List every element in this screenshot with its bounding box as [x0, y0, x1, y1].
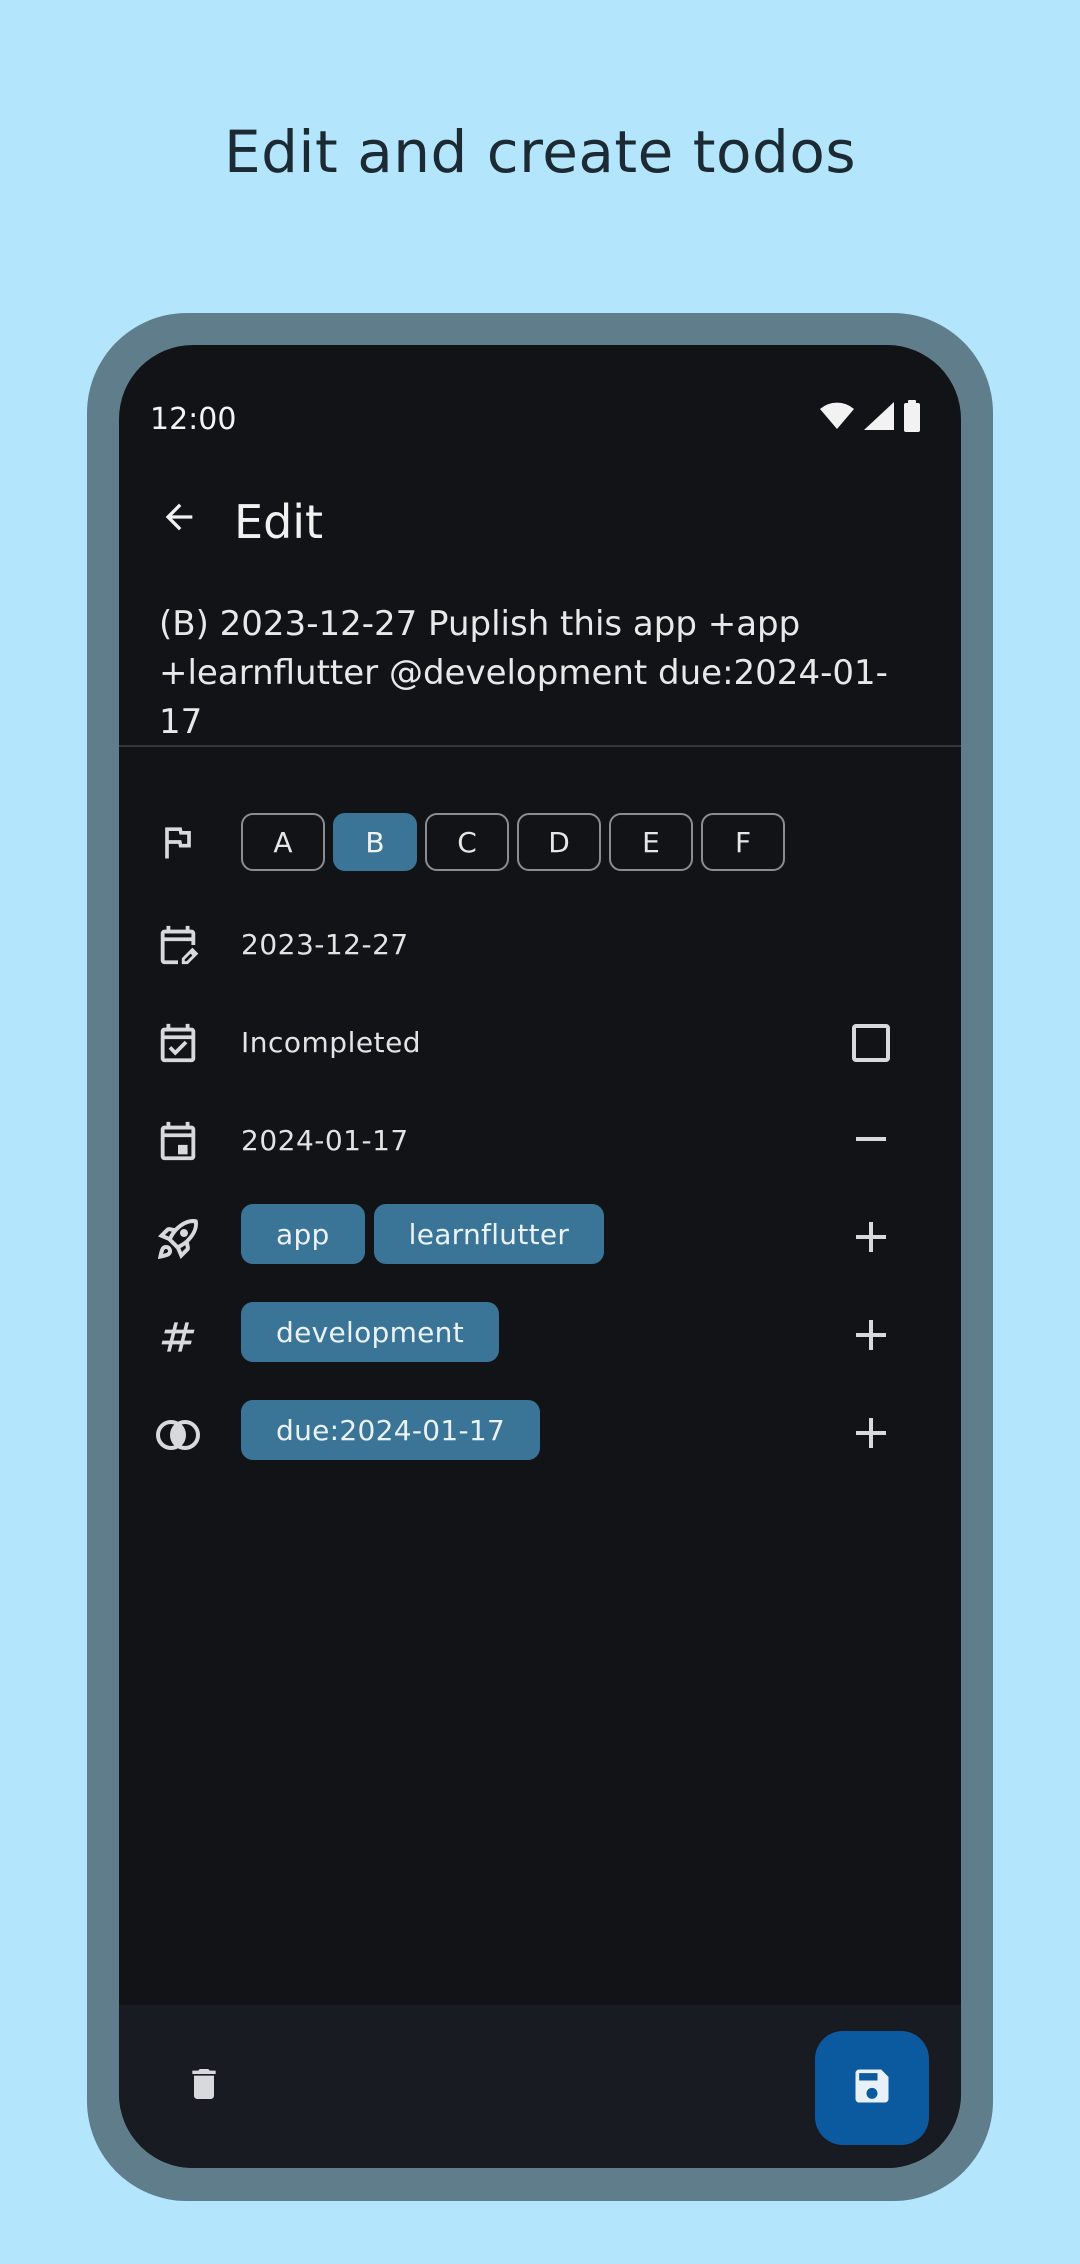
- priority-selector: A B C D E F: [241, 813, 785, 871]
- plus-icon: [854, 1416, 888, 1454]
- save-icon: [850, 2064, 894, 2112]
- minus-icon: [854, 1122, 888, 1160]
- app-bar: Edit: [119, 455, 961, 585]
- completion-status: Incompleted: [241, 1026, 422, 1059]
- priority-option-e[interactable]: E: [609, 813, 693, 871]
- back-button[interactable]: [147, 487, 211, 551]
- calendar-event-icon: [153, 1116, 203, 1166]
- intersect-circles-icon: [153, 1410, 203, 1460]
- completion-checkbox[interactable]: [842, 1014, 900, 1072]
- due-date-value: 2024-01-17: [241, 1124, 409, 1157]
- priority-row: A B C D E F: [119, 813, 961, 883]
- key-value-chips: due:2024-01-17: [241, 1400, 541, 1460]
- signal-icon: [863, 401, 895, 435]
- plus-icon: [854, 1220, 888, 1258]
- calendar-check-icon: [153, 1018, 203, 1068]
- priority-option-b[interactable]: B: [333, 813, 417, 871]
- bottom-app-bar: [119, 2005, 961, 2168]
- remove-due-date-button[interactable]: [842, 1112, 900, 1170]
- calendar-edit-icon: [153, 920, 203, 970]
- add-context-button[interactable]: [842, 1308, 900, 1366]
- priority-option-f[interactable]: F: [701, 813, 785, 871]
- add-project-button[interactable]: [842, 1210, 900, 1268]
- status-bar: 12:00: [119, 345, 961, 455]
- context-chips: development: [241, 1302, 500, 1362]
- todo-text-field[interactable]: (B) 2023-12-27 Puplish this app +app +le…: [159, 600, 929, 747]
- creation-date-row[interactable]: 2023-12-27: [119, 910, 961, 980]
- hash-icon: [153, 1312, 203, 1362]
- status-icons: [819, 400, 921, 436]
- divider: [119, 745, 961, 747]
- due-date-row[interactable]: 2024-01-17: [119, 1106, 961, 1176]
- page-headline: Edit and create todos: [223, 118, 857, 186]
- key-value-chip-due[interactable]: due:2024-01-17: [241, 1400, 541, 1460]
- save-button[interactable]: [815, 2031, 929, 2145]
- priority-option-d[interactable]: D: [517, 813, 601, 871]
- priority-option-c[interactable]: C: [425, 813, 509, 871]
- project-chip-learnflutter[interactable]: learnflutter: [373, 1204, 605, 1264]
- wifi-icon: [819, 402, 855, 434]
- flag-icon: [153, 817, 203, 867]
- page-title: Edit: [234, 495, 324, 549]
- battery-icon: [903, 400, 921, 436]
- project-chips: app learnflutter: [241, 1204, 605, 1264]
- arrow-back-icon: [159, 497, 199, 541]
- trash-icon: [184, 2064, 224, 2108]
- priority-option-a[interactable]: A: [241, 813, 325, 871]
- projects-row: app learnflutter: [119, 1204, 961, 1274]
- add-key-value-button[interactable]: [842, 1406, 900, 1464]
- device-frame: 12:00 Edit (B) 2023-12-27 Puplish this a…: [87, 313, 993, 2201]
- context-chip-development[interactable]: development: [241, 1302, 500, 1362]
- phone-screen: 12:00 Edit (B) 2023-12-27 Puplish this a…: [119, 345, 961, 2168]
- delete-button[interactable]: [179, 2061, 229, 2111]
- project-chip-app[interactable]: app: [241, 1204, 365, 1264]
- rocket-icon: [153, 1214, 203, 1264]
- contexts-row: development: [119, 1302, 961, 1372]
- creation-date-value: 2023-12-27: [241, 928, 409, 961]
- key-values-row: due:2024-01-17: [119, 1400, 961, 1470]
- status-time: 12:00: [150, 402, 237, 437]
- plus-icon: [854, 1318, 888, 1356]
- completion-row: Incompleted: [119, 1008, 961, 1078]
